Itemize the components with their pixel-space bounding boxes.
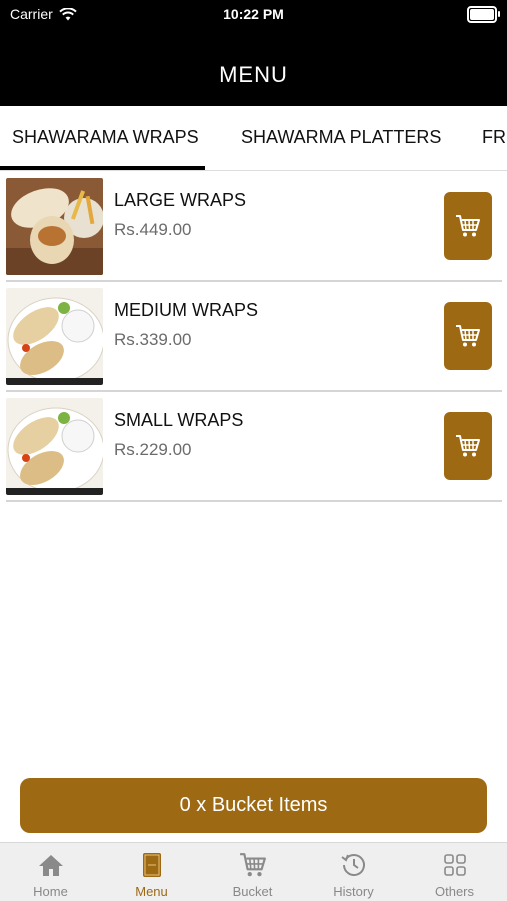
item-price: Rs.229.00 <box>114 440 192 459</box>
menu-item-list: LARGE WRAPS Rs.449.00 MEDIUM WRAPS Rs.33… <box>6 172 502 502</box>
bucket-items-button[interactable]: 0 x Bucket Items <box>20 778 487 833</box>
tabbar-label: Bucket <box>232 884 273 899</box>
bottom-tab-bar: Home Menu Bucket History Others <box>0 842 507 901</box>
item-image <box>6 398 103 495</box>
history-icon <box>338 849 369 880</box>
tabbar-label: Home <box>33 884 68 899</box>
add-to-cart-button[interactable] <box>444 192 492 260</box>
tabbar-history[interactable]: History <box>303 843 404 901</box>
status-bar: Carrier 10:22 PM <box>0 0 507 30</box>
item-image <box>6 178 103 275</box>
tab-fr[interactable]: FR <box>482 106 506 170</box>
grid-icon <box>439 849 470 880</box>
cart-icon <box>456 215 480 237</box>
item-name: SMALL WRAPS <box>114 410 244 430</box>
category-tabs: SHAWARAMA WRAPS SHAWARMA PLATTERS FR <box>0 106 507 171</box>
home-icon <box>35 849 66 880</box>
list-item[interactable]: SMALL WRAPS Rs.229.00 <box>6 392 502 502</box>
header: Carrier 10:22 PM MENU <box>0 0 507 106</box>
item-price: Rs.449.00 <box>114 220 192 239</box>
list-item[interactable]: MEDIUM WRAPS Rs.339.00 <box>6 282 502 392</box>
menu-book-icon <box>136 849 167 880</box>
list-item[interactable]: LARGE WRAPS Rs.449.00 <box>6 172 502 282</box>
cart-icon <box>456 325 480 347</box>
cart-icon <box>456 435 480 457</box>
tabbar-label: History <box>333 884 374 899</box>
add-to-cart-button[interactable] <box>444 412 492 480</box>
battery-icon <box>467 6 500 23</box>
item-image <box>6 288 103 385</box>
tab-shawarama-wraps[interactable]: SHAWARAMA WRAPS <box>0 106 205 170</box>
tabbar-bucket[interactable]: Bucket <box>202 843 303 901</box>
page-title: MENU <box>219 62 288 87</box>
status-time: 10:22 PM <box>223 6 284 22</box>
tabbar-label: Menu <box>135 884 168 899</box>
add-to-cart-button[interactable] <box>444 302 492 370</box>
tabbar-label: Others <box>434 884 474 899</box>
tabbar-others[interactable]: Others <box>404 843 505 901</box>
tabbar-menu[interactable]: Menu <box>101 843 202 901</box>
item-name: MEDIUM WRAPS <box>114 300 258 320</box>
tab-shawarma-platters[interactable]: SHAWARMA PLATTERS <box>241 106 441 170</box>
cart-icon <box>237 849 268 880</box>
tabbar-home[interactable]: Home <box>0 843 101 901</box>
item-price: Rs.339.00 <box>114 330 192 349</box>
item-name: LARGE WRAPS <box>114 190 247 210</box>
